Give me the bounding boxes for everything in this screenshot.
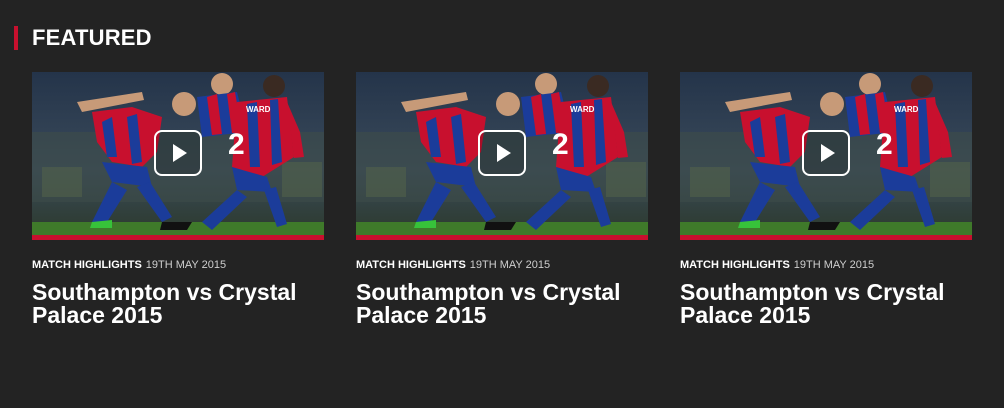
card-meta: MATCH HIGHLIGHTS 19TH MAY 2015	[680, 257, 972, 273]
thumbnail-accent-strip	[32, 235, 324, 240]
section-accent-bar	[14, 26, 18, 50]
card-meta: MATCH HIGHLIGHTS 19TH MAY 2015	[32, 257, 324, 273]
category-label[interactable]: MATCH HIGHLIGHTS	[32, 259, 142, 271]
video-card[interactable]: 2 WARD MATCH HIGHLIGHTS 19TH MAY 2015 Sou…	[356, 72, 648, 327]
shirt-name: WARD	[246, 105, 271, 114]
featured-cards: 2 WARD MATCH HIGHLIGHTS 19TH MAY 2015 Sou…	[32, 72, 972, 327]
category-label[interactable]: MATCH HIGHLIGHTS	[680, 259, 790, 271]
category-label[interactable]: MATCH HIGHLIGHTS	[356, 259, 466, 271]
play-icon[interactable]	[478, 130, 526, 176]
player-number: 2	[228, 128, 245, 161]
thumbnail-accent-strip	[356, 235, 648, 240]
video-thumbnail[interactable]: 2 WARD	[680, 72, 972, 240]
card-meta: MATCH HIGHLIGHTS 19TH MAY 2015	[356, 257, 648, 273]
card-title[interactable]: Southampton vs Crystal Palace 2015	[32, 281, 324, 327]
shirt-name: WARD	[570, 105, 595, 114]
play-icon[interactable]	[802, 130, 850, 176]
video-card[interactable]: 2 WARD MATCH HIGHLIGHTS 19TH MAY 2015 Sou…	[32, 72, 324, 327]
date-label: 19TH MAY 2015	[793, 259, 875, 271]
player-number: 2	[552, 128, 569, 161]
section-title: FEATURED	[32, 25, 152, 50]
video-card[interactable]: 2 WARD MATCH HIGHLIGHTS 19TH MAY 2015 Sou…	[680, 72, 972, 327]
date-label: 19TH MAY 2015	[145, 259, 227, 271]
section-header: FEATURED	[14, 24, 152, 52]
video-thumbnail[interactable]: 2 WARD	[32, 72, 324, 240]
thumbnail-accent-strip	[680, 235, 972, 240]
video-thumbnail[interactable]: 2 WARD	[356, 72, 648, 240]
player-number: 2	[876, 128, 893, 161]
card-title[interactable]: Southampton vs Crystal Palace 2015	[680, 281, 972, 327]
card-title[interactable]: Southampton vs Crystal Palace 2015	[356, 281, 648, 327]
shirt-name: WARD	[894, 105, 919, 114]
date-label: 19TH MAY 2015	[469, 259, 551, 271]
play-icon[interactable]	[154, 130, 202, 176]
